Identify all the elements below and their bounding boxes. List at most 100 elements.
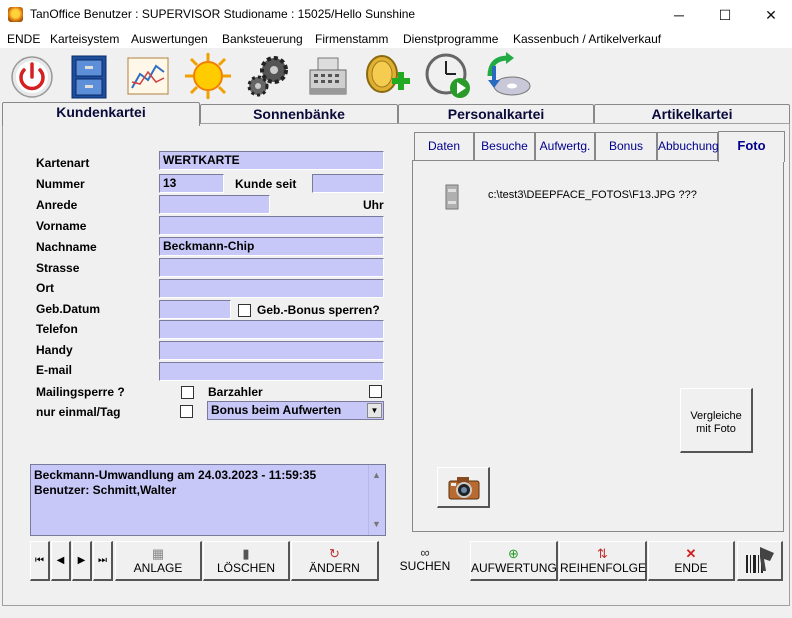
close-button[interactable]: ✕ [748, 0, 792, 30]
barcode-scanner-button[interactable] [737, 541, 783, 581]
tab-foto[interactable]: Foto [718, 131, 785, 162]
anrede-field[interactable] [159, 195, 270, 214]
maximize-button[interactable]: ☐ [702, 0, 748, 30]
barzahler-checkbox[interactable] [369, 385, 382, 398]
app-icon [8, 7, 23, 22]
email-label: E-mail [36, 363, 73, 377]
binoculars-icon: ∞ [420, 545, 430, 560]
gebdatum-field[interactable] [159, 300, 231, 319]
first-record-button[interactable]: ⏮ [30, 541, 50, 581]
nummer-field[interactable]: 13 [159, 174, 224, 193]
camera-icon [448, 477, 480, 500]
kunde-seit-label: Kunde seit [235, 177, 297, 191]
aendern-button[interactable]: ↻ ÄNDERN [291, 541, 379, 581]
menu-auswertungen[interactable]: Auswertungen [131, 32, 208, 46]
gebdatum-label: Geb.Datum [36, 302, 101, 316]
power-icon[interactable] [8, 52, 56, 100]
edit-icon: ↻ [329, 546, 340, 561]
email-field[interactable] [159, 362, 384, 381]
chart-icon[interactable] [124, 52, 172, 100]
tab-daten[interactable]: Daten [414, 132, 474, 161]
record-navigation: ⏮ ◀ ▶ ⏭ [30, 541, 114, 581]
file-cabinet-icon[interactable] [66, 52, 114, 100]
tab-bonus[interactable]: Bonus [595, 132, 657, 161]
memo-scrollbar[interactable]: ▲ ▼ [368, 465, 385, 535]
strasse-label: Strasse [36, 261, 80, 275]
camera-button[interactable] [437, 467, 490, 508]
menu-dienstprogramme[interactable]: Dienstprogramme [403, 32, 498, 46]
scroll-down-icon[interactable]: ▼ [372, 517, 381, 532]
nur-einmal-checkbox[interactable] [180, 405, 193, 418]
cash-register-icon[interactable] [304, 52, 352, 100]
aufwertung-button[interactable]: ⊕ AUFWERTUNG [470, 541, 558, 581]
trash-icon: ▮ [242, 546, 250, 561]
bonus-select[interactable]: Bonus beim Aufwerten ▼ [207, 401, 384, 420]
nachname-label: Nachname [36, 240, 97, 254]
menu-ende[interactable]: ENDE [7, 32, 40, 46]
reihenfolge-label: REIHENFOLGE [560, 561, 647, 575]
telefon-field[interactable] [159, 320, 384, 339]
next-record-button[interactable]: ▶ [72, 541, 92, 581]
barzahler-label: Barzahler [208, 385, 263, 399]
anrede-label: Anrede [36, 198, 78, 212]
main-tab-row: Kundenkartei Sonnenbänke Personalkartei … [0, 102, 792, 126]
file-icon [445, 184, 459, 210]
kunde-seit-field[interactable] [312, 174, 384, 193]
disk-sync-icon[interactable] [484, 52, 532, 100]
window-title: TanOffice Benutzer : SUPERVISOR Studiona… [30, 7, 416, 21]
tab-abbuchung[interactable]: Abbuchung [657, 132, 719, 161]
handy-label: Handy [36, 343, 73, 357]
coin-add-icon: ⊕ [508, 546, 519, 561]
kartenart-field[interactable]: WERTKARTE [159, 151, 384, 170]
memo-line-2: Benutzer: Schmitt,Walter [34, 483, 177, 497]
handy-field[interactable] [159, 341, 384, 360]
ende-button[interactable]: ✕ ENDE [648, 541, 735, 581]
gears-icon[interactable] [244, 52, 292, 100]
suchen-button[interactable]: ∞ SUCHEN [381, 541, 469, 581]
loeschen-label: LÖSCHEN [216, 561, 275, 575]
suchen-label: SUCHEN [399, 559, 451, 573]
compare-photo-button[interactable]: Vergleiche mit Foto [680, 388, 753, 453]
add-record-icon: ▦ [151, 546, 165, 561]
reihenfolge-button[interactable]: ⇅ REIHENFOLGE [559, 541, 647, 581]
close-icon: ✕ [685, 546, 697, 561]
nummer-label: Nummer [36, 177, 85, 191]
scroll-up-icon[interactable]: ▲ [372, 468, 381, 483]
bonus-select-value: Bonus beim Aufwerten [211, 403, 342, 417]
sort-icon: ⇅ [597, 546, 608, 561]
prev-record-button[interactable]: ◀ [51, 541, 71, 581]
minimize-button[interactable]: ─ [656, 0, 702, 30]
chevron-down-icon[interactable]: ▼ [367, 403, 382, 418]
ort-field[interactable] [159, 279, 384, 298]
loeschen-button[interactable]: ▮ LÖSCHEN [203, 541, 290, 581]
notes-memo[interactable]: Beckmann-Umwandlung am 24.03.2023 - 11:5… [30, 464, 386, 536]
last-record-button[interactable]: ⏭ [93, 541, 113, 581]
gebbonus-checkbox[interactable] [238, 304, 251, 317]
menu-kassenbuch[interactable]: Kassenbuch / Artikelverkauf [513, 32, 661, 46]
toolbar [0, 48, 792, 104]
tab-sonnenbaenke[interactable]: Sonnenbänke [200, 104, 398, 125]
menu-karteisystem[interactable]: Karteisystem [50, 32, 119, 46]
tab-artikelkartei[interactable]: Artikelkartei [594, 104, 790, 125]
mailingsperre-checkbox[interactable] [181, 386, 194, 399]
barcode-scanner-icon [746, 547, 774, 573]
menu-bar: ENDE Karteisystem Auswertungen Banksteue… [0, 30, 792, 48]
ort-label: Ort [36, 281, 54, 295]
anlage-button[interactable]: ▦ ANLAGE [115, 541, 202, 581]
clock-play-icon[interactable] [424, 52, 472, 100]
sun-icon[interactable] [184, 52, 232, 100]
vorname-field[interactable] [159, 216, 384, 235]
nachname-field[interactable]: Beckmann-Chip [159, 237, 384, 256]
tab-personalkartei[interactable]: Personalkartei [398, 104, 594, 125]
title-bar: TanOffice Benutzer : SUPERVISOR Studiona… [0, 0, 792, 30]
compare-line-2: mit Foto [696, 423, 736, 435]
uhr-label: Uhr [363, 198, 384, 212]
menu-banksteuerung[interactable]: Banksteuerung [222, 32, 303, 46]
strasse-field[interactable] [159, 258, 384, 277]
foto-path: c:\test3\DEEPFACE_FOTOS\F13.JPG ??? [488, 189, 697, 201]
tab-besuche[interactable]: Besuche [474, 132, 535, 161]
tab-kundenkartei[interactable]: Kundenkartei [2, 102, 200, 126]
coins-add-icon[interactable] [364, 52, 412, 100]
tab-aufwertg[interactable]: Aufwertg. [535, 132, 595, 161]
menu-firmenstamm[interactable]: Firmenstamm [315, 32, 388, 46]
